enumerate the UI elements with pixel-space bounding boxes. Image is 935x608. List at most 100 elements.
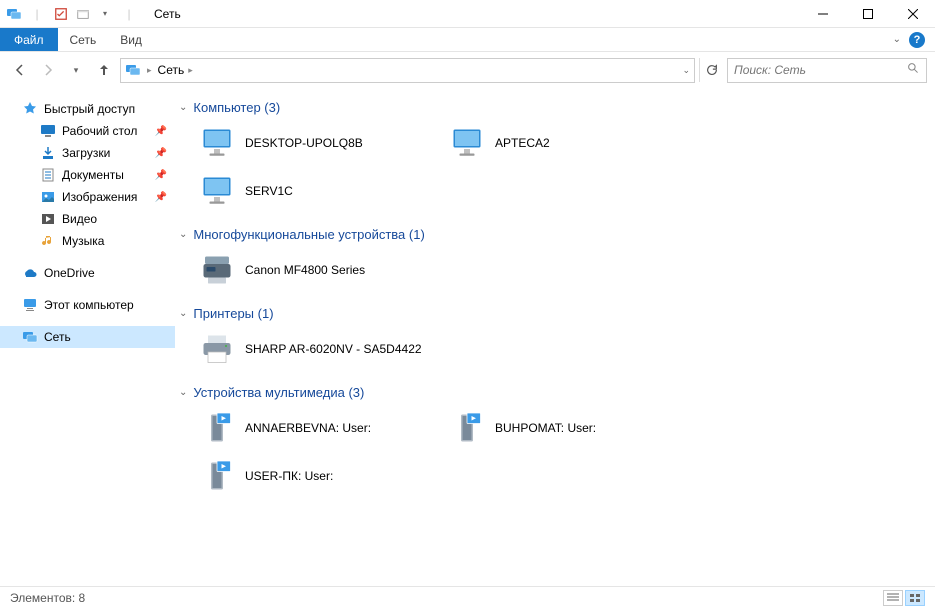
media-icon: [199, 410, 235, 446]
network-item[interactable]: SHARP AR-6020NV - SA5D4422: [193, 325, 443, 373]
chevron-right-icon[interactable]: ▸: [188, 65, 193, 76]
network-icon: [22, 329, 38, 345]
qat-properties-icon[interactable]: [52, 5, 70, 23]
group-header[interactable]: ⌄Устройства мультимедиа (3): [179, 381, 931, 404]
maximize-button[interactable]: [845, 0, 890, 28]
sidebar-item-quick-access[interactable]: Быстрый доступ: [0, 98, 175, 120]
up-button[interactable]: [92, 58, 116, 82]
downloads-icon: [40, 145, 56, 161]
close-button[interactable]: [890, 0, 935, 28]
group-header[interactable]: ⌄ Многофункциональные устройства (1): [179, 223, 931, 246]
computer-icon: [449, 125, 485, 161]
sidebar-item-desktop[interactable]: Рабочий стол 📌: [0, 120, 175, 142]
item-label: APTECA2: [495, 136, 550, 150]
ribbon-expand-icon[interactable]: ⌄: [893, 34, 901, 45]
sidebar-label: Рабочий стол: [62, 124, 137, 138]
titlebar: | ▾ | Сеть: [0, 0, 935, 28]
item-label: USER-ПК: User:: [245, 469, 333, 483]
sidebar-item-downloads[interactable]: Загрузки 📌: [0, 142, 175, 164]
item-label: ANNAERBEVNA: User:: [245, 421, 371, 435]
item-label: BUHPOMAT: User:: [495, 421, 596, 435]
back-button[interactable]: [8, 58, 32, 82]
pin-icon: 📌: [155, 148, 167, 159]
sidebar-item-network[interactable]: Сеть: [0, 326, 175, 348]
address-dropdown-icon[interactable]: ⌄: [682, 65, 690, 76]
group: ⌄Устройства мультимедиа (3) ANNAERBEVNA: …: [179, 381, 931, 500]
documents-icon: [40, 167, 56, 183]
item-label: DESKTOP-UPOLQ8B: [245, 136, 363, 150]
qat-dropdown-icon[interactable]: ▾: [96, 5, 114, 23]
item-label: Canon MF4800 Series: [245, 263, 365, 277]
sidebar-label: Этот компьютер: [44, 298, 134, 312]
music-icon: [40, 233, 56, 249]
forward-button[interactable]: [36, 58, 60, 82]
ribbon-file-tab[interactable]: Файл: [0, 28, 58, 51]
computer-icon: [199, 125, 235, 161]
item-label: SHARP AR-6020NV - SA5D4422: [245, 342, 422, 356]
pin-icon: 📌: [155, 126, 167, 137]
sidebar-item-documents[interactable]: Документы 📌: [0, 164, 175, 186]
network-item[interactable]: Canon MF4800 Series: [193, 246, 443, 294]
recent-locations-button[interactable]: ▾: [64, 58, 88, 82]
breadcrumb-item[interactable]: Сеть: [158, 63, 185, 77]
qat-separator: |: [120, 5, 138, 23]
help-icon[interactable]: ?: [909, 32, 925, 48]
sidebar-label: Документы: [62, 168, 124, 182]
group: ⌄ Многофункциональные устройства (1) Canon…: [179, 223, 931, 294]
network-item[interactable]: APTECA2: [443, 119, 693, 167]
star-icon: [22, 101, 38, 117]
search-input[interactable]: [734, 63, 907, 77]
statusbar: Элементов: 8: [0, 586, 935, 608]
qat-new-folder-icon[interactable]: [74, 5, 92, 23]
chevron-right-icon[interactable]: ▸: [147, 65, 152, 76]
group-header[interactable]: ⌄ Принтеры (1): [179, 302, 931, 325]
sidebar-label: Изображения: [62, 190, 137, 204]
network-item[interactable]: SERV1C: [193, 167, 443, 215]
group: ⌄ Принтеры (1) SHARP AR-6020NV - SA5D4422: [179, 302, 931, 373]
network-item[interactable]: BUHPOMAT: User:: [443, 404, 693, 452]
sidebar-label: Видео: [62, 212, 97, 226]
network-item[interactable]: ANNAERBEVNA: User:: [193, 404, 443, 452]
pin-icon: 📌: [155, 192, 167, 203]
minimize-button[interactable]: [800, 0, 845, 28]
this-pc-icon: [22, 297, 38, 313]
ribbon-tab-network[interactable]: Сеть: [58, 28, 109, 51]
sidebar-label: OneDrive: [44, 266, 95, 280]
status-text: Элементов: 8: [10, 591, 85, 605]
item-label: SERV1C: [245, 184, 293, 198]
sidebar-item-music[interactable]: Музыка: [0, 230, 175, 252]
sidebar-item-this-pc[interactable]: Этот компьютер: [0, 294, 175, 316]
address-bar[interactable]: ▸ Сеть ▸ ⌄: [120, 58, 695, 83]
search-icon[interactable]: [907, 62, 920, 78]
network-item[interactable]: USER-ПК: User:: [193, 452, 443, 500]
mfp-icon: [199, 252, 235, 288]
sidebar-item-pictures[interactable]: Изображения 📌: [0, 186, 175, 208]
search-box[interactable]: [727, 58, 927, 83]
group-header[interactable]: ⌄Компьютер (3): [179, 96, 931, 119]
computer-icon: [199, 173, 235, 209]
qat-divider: |: [28, 5, 46, 23]
printer-icon: [199, 331, 235, 367]
view-details-button[interactable]: [883, 590, 903, 606]
ribbon-tab-view[interactable]: Вид: [108, 28, 154, 51]
desktop-icon: [40, 123, 56, 139]
content-area: ⌄Компьютер (3) DESKTOP-UPOLQ8B APTECA2 SERV…: [175, 88, 935, 586]
sidebar-item-onedrive[interactable]: OneDrive: [0, 262, 175, 284]
network-icon: [6, 6, 22, 22]
sidebar: Быстрый доступ Рабочий стол 📌 Загрузки 📌…: [0, 88, 175, 586]
sidebar-label: Загрузки: [62, 146, 110, 160]
chevron-down-icon: ⌄: [179, 308, 187, 319]
onedrive-icon: [22, 265, 38, 281]
view-large-icons-button[interactable]: [905, 590, 925, 606]
sidebar-item-videos[interactable]: Видео: [0, 208, 175, 230]
group-title: Многофункциональные устройства (1): [193, 227, 424, 242]
refresh-button[interactable]: [699, 58, 723, 82]
network-item[interactable]: DESKTOP-UPOLQ8B: [193, 119, 443, 167]
chevron-down-icon: ⌄: [179, 229, 187, 240]
media-icon: [199, 458, 235, 494]
group: ⌄Компьютер (3) DESKTOP-UPOLQ8B APTECA2 SERV…: [179, 96, 931, 215]
chevron-down-icon: ⌄: [179, 102, 187, 113]
group-title: Принтеры (1): [193, 306, 273, 321]
sidebar-label: Сеть: [44, 330, 71, 344]
videos-icon: [40, 211, 56, 227]
